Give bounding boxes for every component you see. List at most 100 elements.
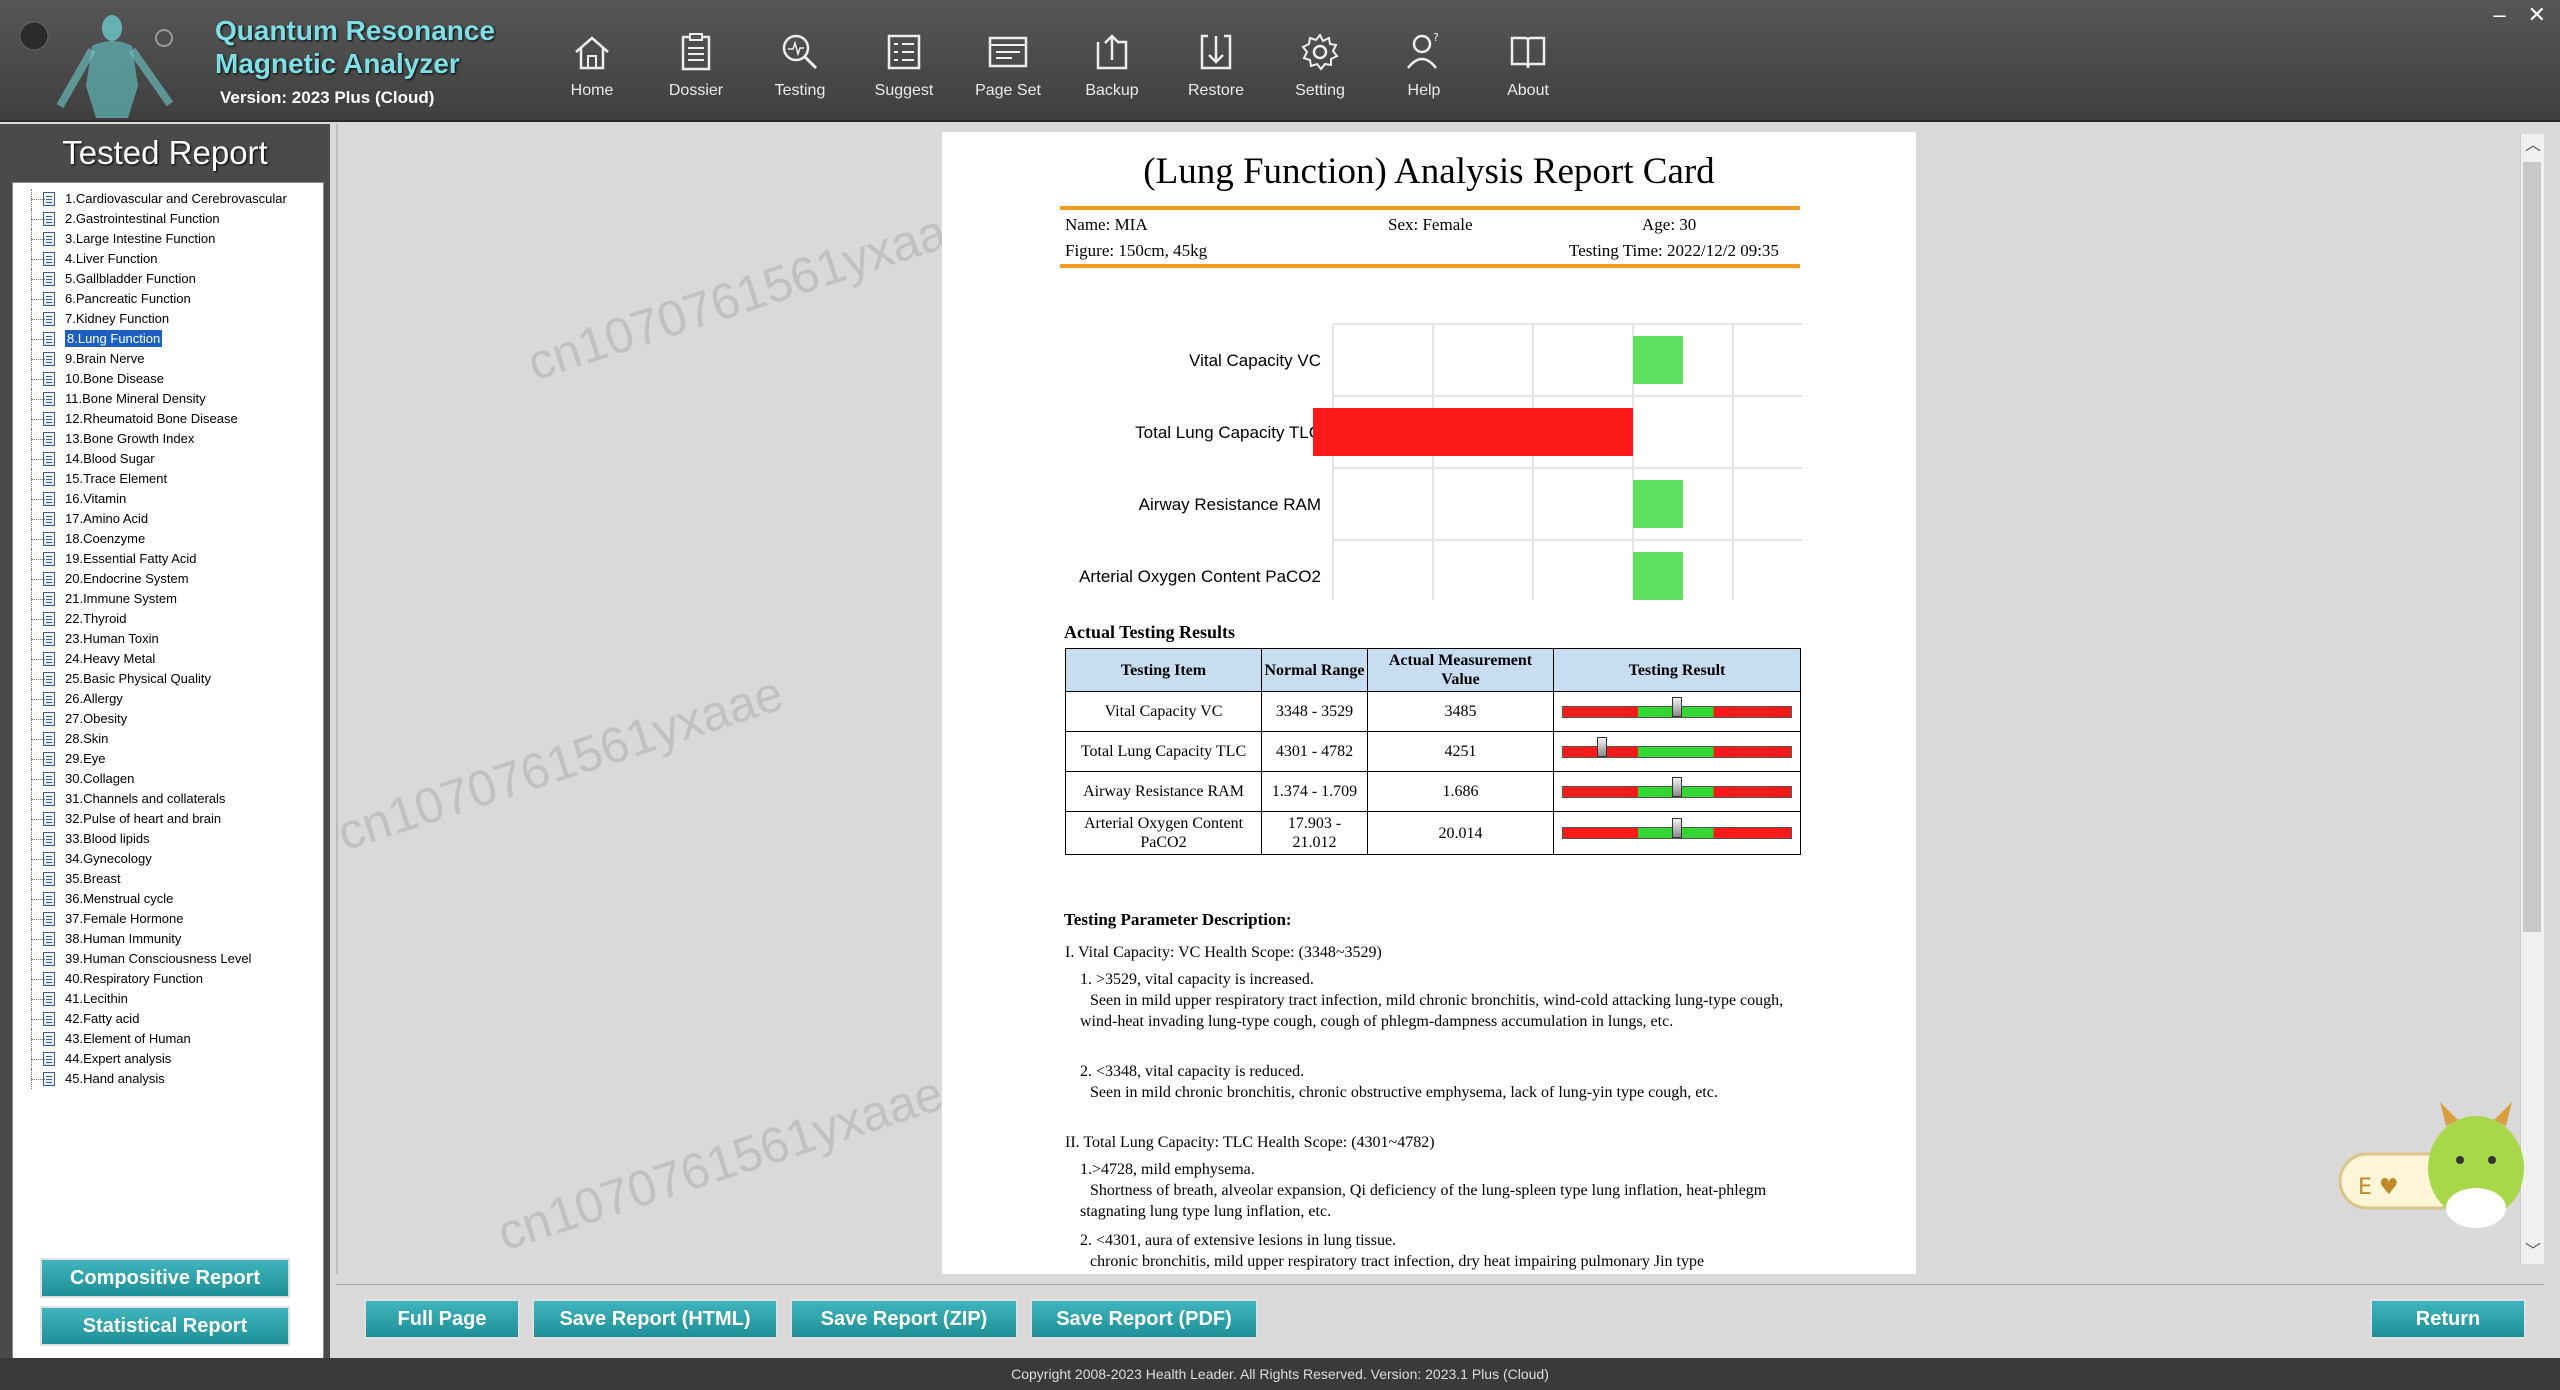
tree-item[interactable]: 14.Blood Sugar [13,449,323,469]
tree-item-label: 19.Essential Fatty Acid [65,551,197,566]
tree-item[interactable]: 13.Bone Growth Index [13,429,323,449]
patient-figure: Figure: 150cm, 45kg [1065,241,1208,260]
tree-item[interactable]: 1.Cardiovascular and Cerebrovascular [13,189,323,209]
statistical-report-button[interactable]: Statistical Report [40,1306,290,1346]
tree-item[interactable]: 17.Amino Acid [13,509,323,529]
toolbar-about-button[interactable]: About [1476,30,1580,116]
restore-icon [1200,34,1232,70]
tree-item[interactable]: 44.Expert analysis [13,1049,323,1069]
save-report-pdf-button[interactable]: Save Report (PDF) [1030,1299,1258,1339]
tree-item[interactable]: 35.Breast [13,869,323,889]
mascot-character-icon[interactable]: E ♥ [2336,1086,2560,1236]
report-file-icon [43,952,55,966]
minimize-button[interactable]: – [2493,2,2505,28]
tree-item[interactable]: 28.Skin [13,729,323,749]
tree-item[interactable]: 26.Allergy [13,689,323,709]
toolbar-setting-button[interactable]: Setting [1268,30,1372,116]
cell-range: 1.374 - 1.709 [1261,771,1368,812]
toolbar-restore-button[interactable]: Restore [1164,30,1268,116]
toolbar-home-button[interactable]: Home [540,30,644,116]
tree-item[interactable]: 25.Basic Physical Quality [13,669,323,689]
tree-item-label: 1.Cardiovascular and Cerebrovascular [65,191,287,206]
report-file-icon [43,292,55,306]
cell-range: 17.903 - 21.012 [1261,811,1368,855]
save-report-html-button[interactable]: Save Report (HTML) [532,1299,778,1339]
tree-item[interactable]: 34.Gynecology [13,849,323,869]
tree-item[interactable]: 40.Respiratory Function [13,969,323,989]
result-range-bar [1562,818,1792,839]
compositive-report-button[interactable]: Compositive Report [40,1258,290,1298]
scroll-down-arrow-icon[interactable]: ﹀ [2521,1240,2545,1264]
chart-bar [1633,480,1683,528]
tree-item[interactable]: 45.Hand analysis [13,1069,323,1089]
toolbar-label: Backup [1085,82,1139,99]
tree-item[interactable]: 11.Bone Mineral Density [13,389,323,409]
tree-item[interactable]: 4.Liver Function [13,249,323,269]
tree-item[interactable]: 7.Kidney Function [13,309,323,329]
report-title: (Lung Function) Analysis Report Card [1143,151,1715,192]
toolbar-testing-button[interactable]: Testing [748,30,852,116]
report-file-icon [43,452,55,466]
tree-item[interactable]: 3.Large Intestine Function [13,229,323,249]
page-set-icon [988,36,1028,68]
result-range-bar [1562,696,1792,718]
tree-item[interactable]: 10.Bone Disease [13,369,323,389]
tree-item[interactable]: 22.Thyroid [13,609,323,629]
tree-item[interactable]: 9.Brain Nerve [13,349,323,369]
tree-item[interactable]: 12.Rheumatoid Bone Disease [13,409,323,429]
tree-item[interactable]: 36.Menstrual cycle [13,889,323,909]
report-file-icon [43,412,55,426]
tree-item[interactable]: 20.Endocrine System [13,569,323,589]
footer-copyright: Copyright 2008-2023 Health Leader. All R… [0,1358,2560,1390]
tree-item[interactable]: 24.Heavy Metal [13,649,323,669]
tree-item[interactable]: 18.Coenzyme [13,529,323,549]
tree-item-label: 29.Eye [65,751,106,766]
scroll-thumb[interactable] [2523,162,2541,932]
clipboard-icon [681,33,711,71]
report-file-icon [43,772,55,786]
brand-title-line1: Quantum Resonance [215,15,496,46]
tree-item[interactable]: 41.Lecithin [13,989,323,1009]
toolbar-suggest-button[interactable]: Suggest [852,30,956,116]
tree-item-label: 44.Expert analysis [65,1051,172,1066]
tree-item[interactable]: 15.Trace Element [13,469,323,489]
toolbar-help-button[interactable]: ? Help [1372,30,1476,116]
tree-item[interactable]: 5.Gallbladder Function [13,269,323,289]
toolbar-page-set-button[interactable]: Page Set [956,30,1060,116]
close-button[interactable]: ✕ [2528,2,2546,28]
tree-item[interactable]: 32.Pulse of heart and brain [13,809,323,829]
tree-item[interactable]: 27.Obesity [13,709,323,729]
tree-item[interactable]: 16.Vitamin [13,489,323,509]
tree-item[interactable]: 19.Essential Fatty Acid [13,549,323,569]
desc-s1-p2-title: 2. <3348, vital capacity is reduced. [1080,1063,1305,1080]
tree-item[interactable]: 37.Female Hormone [13,909,323,929]
th-testing-item: Testing Item [1065,648,1262,692]
tree-item[interactable]: 23.Human Toxin [13,629,323,649]
toolbar-dossier-button[interactable]: Dossier [644,30,748,116]
report-file-icon [43,792,55,806]
tree-item[interactable]: 31.Channels and collaterals [13,789,323,809]
tree-item[interactable]: 8.Lung Function [13,329,323,349]
scroll-up-arrow-icon[interactable]: ︿ [2521,134,2545,158]
return-button[interactable]: Return [2370,1299,2526,1339]
tree-item-label: 30.Collagen [65,771,135,786]
results-table: Testing Item Normal Range Actual Measure… [1065,648,1801,855]
tree-item[interactable]: 21.Immune System [13,589,323,609]
tree-item[interactable]: 33.Blood lipids [13,829,323,849]
toolbar-backup-button[interactable]: Backup [1060,30,1164,116]
tree-item[interactable]: 30.Collagen [13,769,323,789]
tree-item[interactable]: 42.Fatty acid [13,1009,323,1029]
tree-item[interactable]: 39.Human Consciousness Level [13,949,323,969]
tree-item[interactable]: 2.Gastrointestinal Function [13,209,323,229]
tree-item[interactable]: 43.Element of Human [13,1029,323,1049]
full-page-button[interactable]: Full Page [364,1299,520,1339]
save-report-zip-button[interactable]: Save Report (ZIP) [790,1299,1018,1339]
tree-item[interactable]: 38.Human Immunity [13,929,323,949]
desc-s1-p1-title: 1. >3529, vital capacity is increased. [1080,971,1314,988]
report-file-icon [43,672,55,686]
report-file-icon [43,472,55,486]
report-tree[interactable]: 1.Cardiovascular and Cerebrovascular 2.Ga… [12,182,324,1368]
tree-item[interactable]: 29.Eye [13,749,323,769]
report-file-icon [43,352,55,366]
tree-item[interactable]: 6.Pancreatic Function [13,289,323,309]
